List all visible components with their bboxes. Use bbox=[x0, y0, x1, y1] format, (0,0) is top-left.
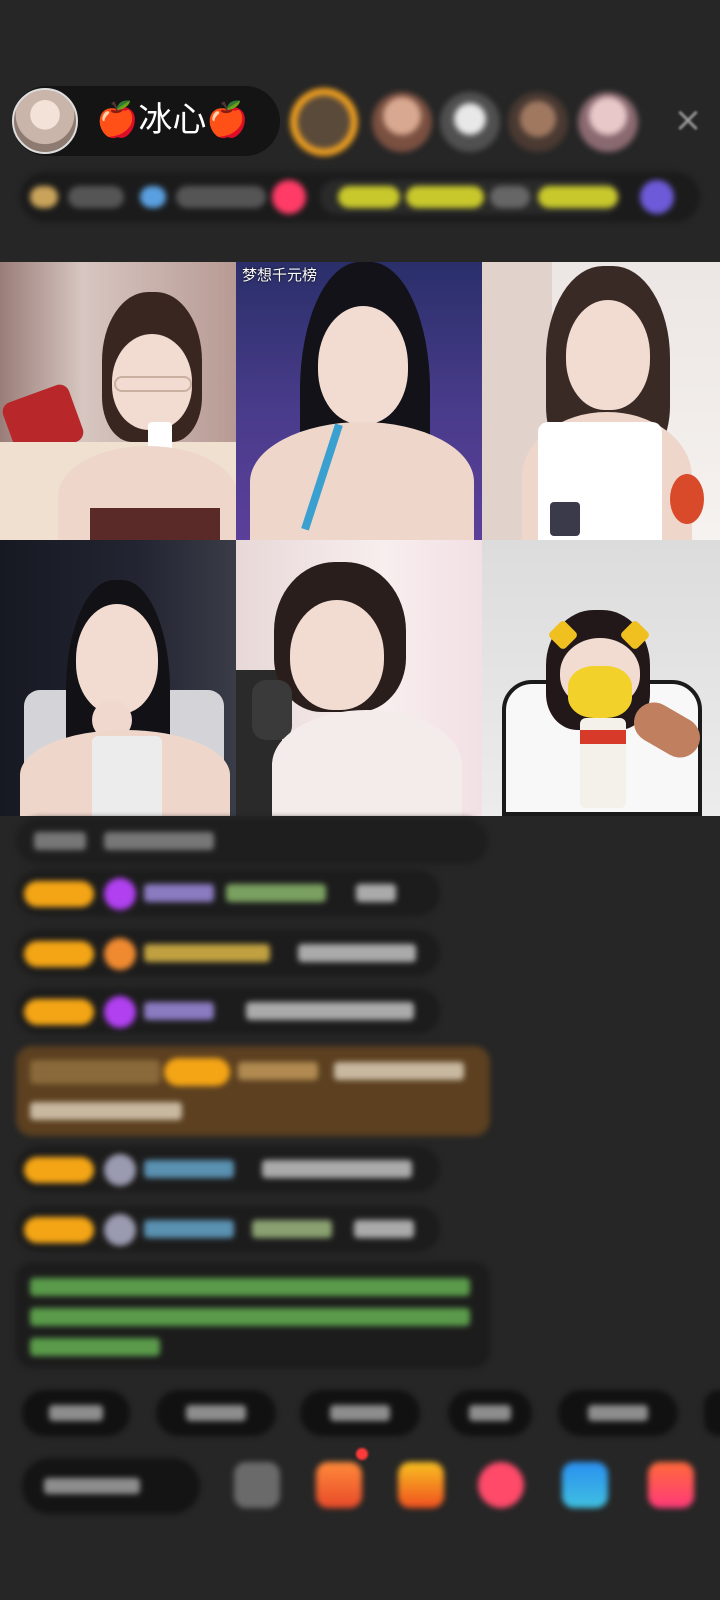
viewer-avatar-3[interactable] bbox=[440, 92, 500, 152]
video-tile-6[interactable] bbox=[482, 540, 720, 816]
emoji-icon[interactable] bbox=[234, 1462, 280, 1508]
quick-reply-chip-4[interactable] bbox=[448, 1390, 532, 1436]
video-tile-1[interactable] bbox=[0, 262, 236, 540]
close-button[interactable]: × bbox=[668, 100, 708, 140]
chat-message-system bbox=[16, 818, 488, 864]
gift-box-icon[interactable] bbox=[316, 1462, 362, 1508]
chat-message[interactable] bbox=[16, 1206, 440, 1252]
quick-reply-chip-3[interactable] bbox=[300, 1390, 420, 1436]
quick-reply-chip-5[interactable] bbox=[558, 1390, 678, 1436]
viewer-avatar-5[interactable] bbox=[578, 92, 638, 152]
viewer-avatar-2[interactable] bbox=[372, 92, 432, 152]
chat-message[interactable] bbox=[16, 1146, 440, 1192]
notification-dot bbox=[356, 1448, 368, 1460]
chat-message[interactable] bbox=[16, 870, 440, 916]
quick-reply-chip-2[interactable] bbox=[156, 1390, 276, 1436]
tile-2-label: 梦想千元榜 bbox=[242, 266, 318, 284]
host-info-pill[interactable]: 🍎冰心🍎 bbox=[12, 86, 280, 156]
chat-input[interactable] bbox=[22, 1458, 200, 1514]
video-tile-4[interactable] bbox=[0, 540, 236, 816]
viewer-avatar-1[interactable] bbox=[290, 88, 358, 156]
host-name: 🍎冰心🍎 bbox=[96, 100, 249, 140]
gift-icon[interactable] bbox=[648, 1462, 694, 1508]
share-icon[interactable] bbox=[562, 1462, 608, 1508]
host-avatar[interactable] bbox=[12, 88, 78, 154]
video-grid: 梦想千元榜 bbox=[0, 262, 720, 816]
room-stats-bar[interactable] bbox=[20, 172, 700, 222]
video-tile-5[interactable] bbox=[236, 540, 482, 816]
video-tile-3[interactable] bbox=[482, 262, 720, 540]
chat-message[interactable] bbox=[16, 988, 440, 1034]
heart-icon[interactable] bbox=[478, 1462, 524, 1508]
chat-message-highlighted[interactable] bbox=[16, 1046, 490, 1136]
quick-reply-chip-1[interactable] bbox=[22, 1390, 130, 1436]
video-tile-2[interactable]: 梦想千元榜 bbox=[236, 262, 482, 540]
red-packet-icon[interactable] bbox=[398, 1462, 444, 1508]
quick-reply-chip-6[interactable] bbox=[704, 1390, 720, 1436]
chat-message[interactable] bbox=[16, 930, 440, 976]
chat-system-notice bbox=[16, 1262, 490, 1368]
viewer-avatar-4[interactable] bbox=[508, 92, 568, 152]
